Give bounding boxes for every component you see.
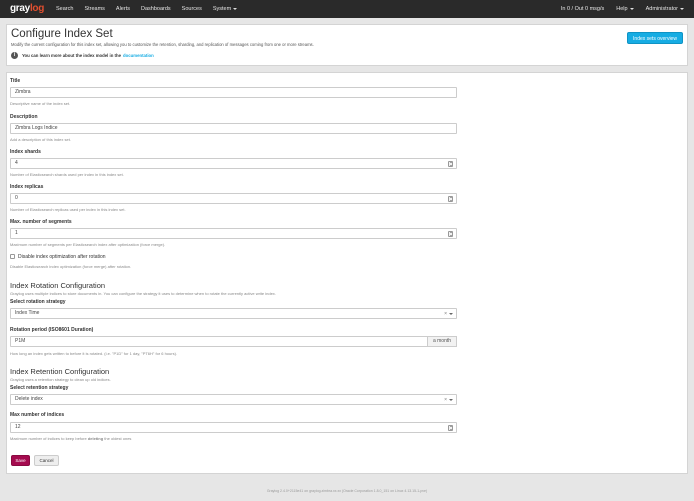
- replicas-help: Number of Elasticsearch replicas used pe…: [10, 207, 126, 212]
- lightbulb-icon: i: [11, 52, 18, 59]
- index-sets-overview-button[interactable]: Index sets overview: [627, 32, 683, 44]
- segments-label: Max. number of segments: [10, 219, 72, 225]
- chevron-down-icon: [233, 7, 238, 10]
- nav-help-label: Help: [616, 6, 628, 12]
- retention-description: Graylog uses a retention strategy to cle…: [10, 377, 111, 382]
- rotation-strategy-label: Select rotation strategy: [10, 299, 66, 305]
- main-nav: Search Streams Alerts Dashboards Sources…: [56, 0, 248, 18]
- nav-user-label: Administrator: [645, 6, 678, 12]
- footer: Graylog 2.4.0+2115e41 on graylog.zimbra.…: [266, 489, 428, 493]
- nav-sources[interactable]: Sources: [182, 6, 202, 12]
- info-text: You can learn more about the index model…: [22, 53, 122, 58]
- spinner-icon[interactable]: [448, 196, 453, 202]
- nav-right: In 0 / Out 0 msg/s Help Administrator: [549, 0, 684, 18]
- segments-value: 1: [15, 230, 18, 236]
- spinner-icon[interactable]: [448, 161, 453, 167]
- disable-optimization-checkbox[interactable]: [10, 254, 15, 259]
- save-button[interactable]: Save: [11, 455, 30, 466]
- nav-streams[interactable]: Streams: [84, 6, 104, 12]
- retention-strategy-select[interactable]: Delete index ×: [10, 394, 457, 405]
- replicas-input[interactable]: 0: [10, 193, 457, 204]
- chevron-down-icon[interactable]: [449, 313, 453, 315]
- description-input[interactable]: Zimbra Logs Indice: [10, 123, 457, 134]
- rotation-strategy-value: Index Time: [15, 310, 40, 316]
- info-line: i You can learn more about the index mod…: [11, 52, 154, 59]
- chevron-down-icon[interactable]: [449, 399, 453, 401]
- replicas-value: 0: [15, 195, 18, 201]
- disable-optimization-label[interactable]: Disable index optimization after rotatio…: [18, 254, 106, 260]
- nav-system[interactable]: System: [212, 6, 238, 12]
- nav-user-menu[interactable]: Administrator: [646, 6, 684, 12]
- nav-alerts[interactable]: Alerts: [116, 6, 130, 12]
- cancel-button[interactable]: Cancel: [34, 455, 59, 466]
- clear-icon[interactable]: ×: [444, 396, 447, 405]
- brand-text: gray: [10, 3, 30, 14]
- segments-help: Maximum number of segments per Elasticse…: [10, 242, 166, 247]
- chevron-down-icon: [629, 7, 634, 10]
- max-help-suffix: the oldest ones: [104, 436, 132, 441]
- nav-search[interactable]: Search: [56, 6, 73, 12]
- shards-input[interactable]: 4: [10, 158, 457, 169]
- rotation-description: Graylog uses multiple indices to store d…: [10, 291, 276, 296]
- nav-dashboards[interactable]: Dashboards: [141, 6, 171, 12]
- description-help: Add a description of this index set.: [10, 137, 71, 142]
- title-input[interactable]: Zimbra: [10, 87, 457, 98]
- segments-input[interactable]: 1: [10, 228, 457, 239]
- title-value: Zimbra: [15, 89, 31, 95]
- throughput-indicator: In 0 / Out 0 msg/s: [560, 6, 605, 12]
- spinner-icon[interactable]: [448, 425, 453, 431]
- replicas-label: Index replicas: [10, 184, 44, 190]
- rotation-strategy-select[interactable]: Index Time ×: [10, 308, 457, 319]
- rotation-section-title: Index Rotation Configuration: [10, 281, 106, 290]
- page-header: Configure Index Set Modify the current c…: [6, 24, 688, 66]
- description-value: Zimbra Logs Indice: [15, 125, 58, 131]
- nav-system-label: System: [212, 6, 232, 12]
- chevron-down-icon: [680, 7, 684, 10]
- documentation-link[interactable]: documentation: [123, 53, 154, 58]
- max-help-prefix: Maximum number of indices to keep before: [10, 436, 87, 441]
- max-indices-value: 12: [15, 424, 21, 430]
- rotation-period-label: Rotation period (ISO8601 Duration): [10, 327, 94, 333]
- page-title: Configure Index Set: [11, 28, 113, 40]
- retention-section-title: Index Retention Configuration: [10, 367, 110, 376]
- page-description: Modify the current configuration for thi…: [11, 42, 314, 47]
- brand-accent-text: log: [29, 3, 45, 14]
- shards-help: Number of Elasticsearch shards used per …: [10, 172, 124, 177]
- disable-optimization-help: Disable Elasticsearch index optimization…: [10, 264, 132, 269]
- title-help: Descriptive name of the index set.: [10, 101, 71, 106]
- rotation-period-value: P1M: [15, 338, 26, 344]
- max-indices-input[interactable]: 12: [10, 422, 457, 433]
- shards-label: Index shards: [10, 149, 41, 155]
- description-label: Description: [10, 114, 38, 120]
- nav-help[interactable]: Help: [616, 6, 634, 12]
- clear-icon[interactable]: ×: [444, 310, 447, 319]
- max-help-bold: deleting: [87, 436, 104, 441]
- period-addon: a month: [427, 336, 457, 347]
- rotation-period-help: How long an index gets written to before…: [10, 351, 178, 356]
- shards-value: 4: [15, 160, 18, 166]
- max-indices-help: Maximum number of indices to keep before…: [10, 436, 131, 441]
- title-label: Title: [10, 78, 21, 84]
- rotation-period-input[interactable]: P1M a month: [10, 336, 457, 347]
- graylog-logo[interactable]: graylog: [10, 3, 44, 14]
- top-navbar: graylog Search Streams Alerts Dashboards…: [0, 0, 694, 18]
- retention-strategy-label: Select retention strategy: [10, 385, 69, 391]
- max-indices-label: Max number of indices: [10, 412, 65, 418]
- retention-strategy-value: Delete index: [15, 396, 43, 402]
- configure-form: Title Zimbra Descriptive name of the ind…: [6, 72, 688, 474]
- spinner-icon[interactable]: [448, 231, 453, 237]
